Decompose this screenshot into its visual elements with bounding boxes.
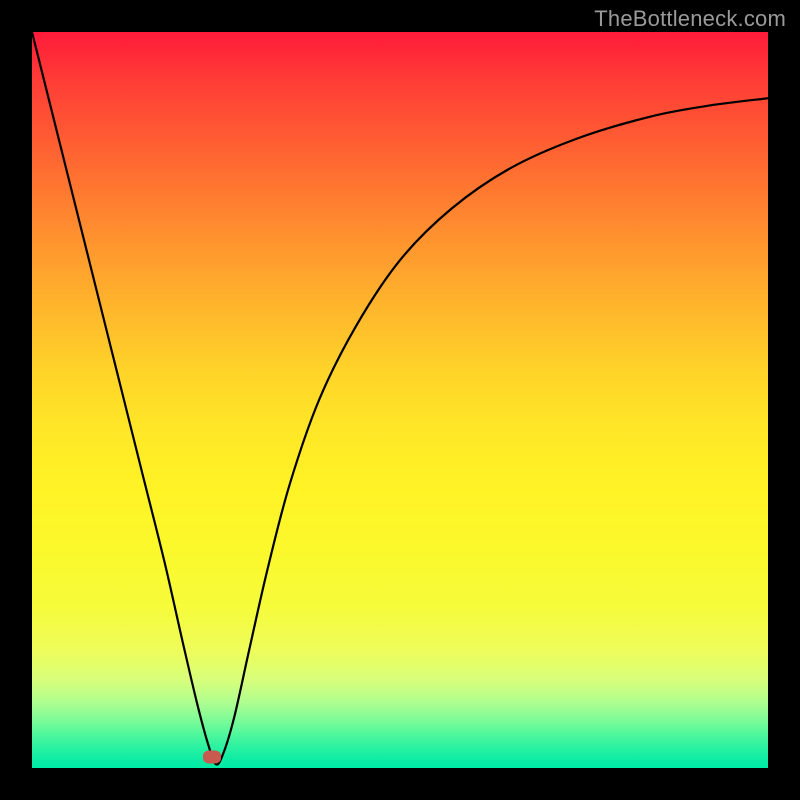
bottleneck-curve (32, 32, 768, 768)
watermark-text: TheBottleneck.com (594, 6, 786, 32)
chart-frame: TheBottleneck.com (0, 0, 800, 800)
minimum-marker (203, 750, 221, 763)
plot-area (32, 32, 768, 768)
